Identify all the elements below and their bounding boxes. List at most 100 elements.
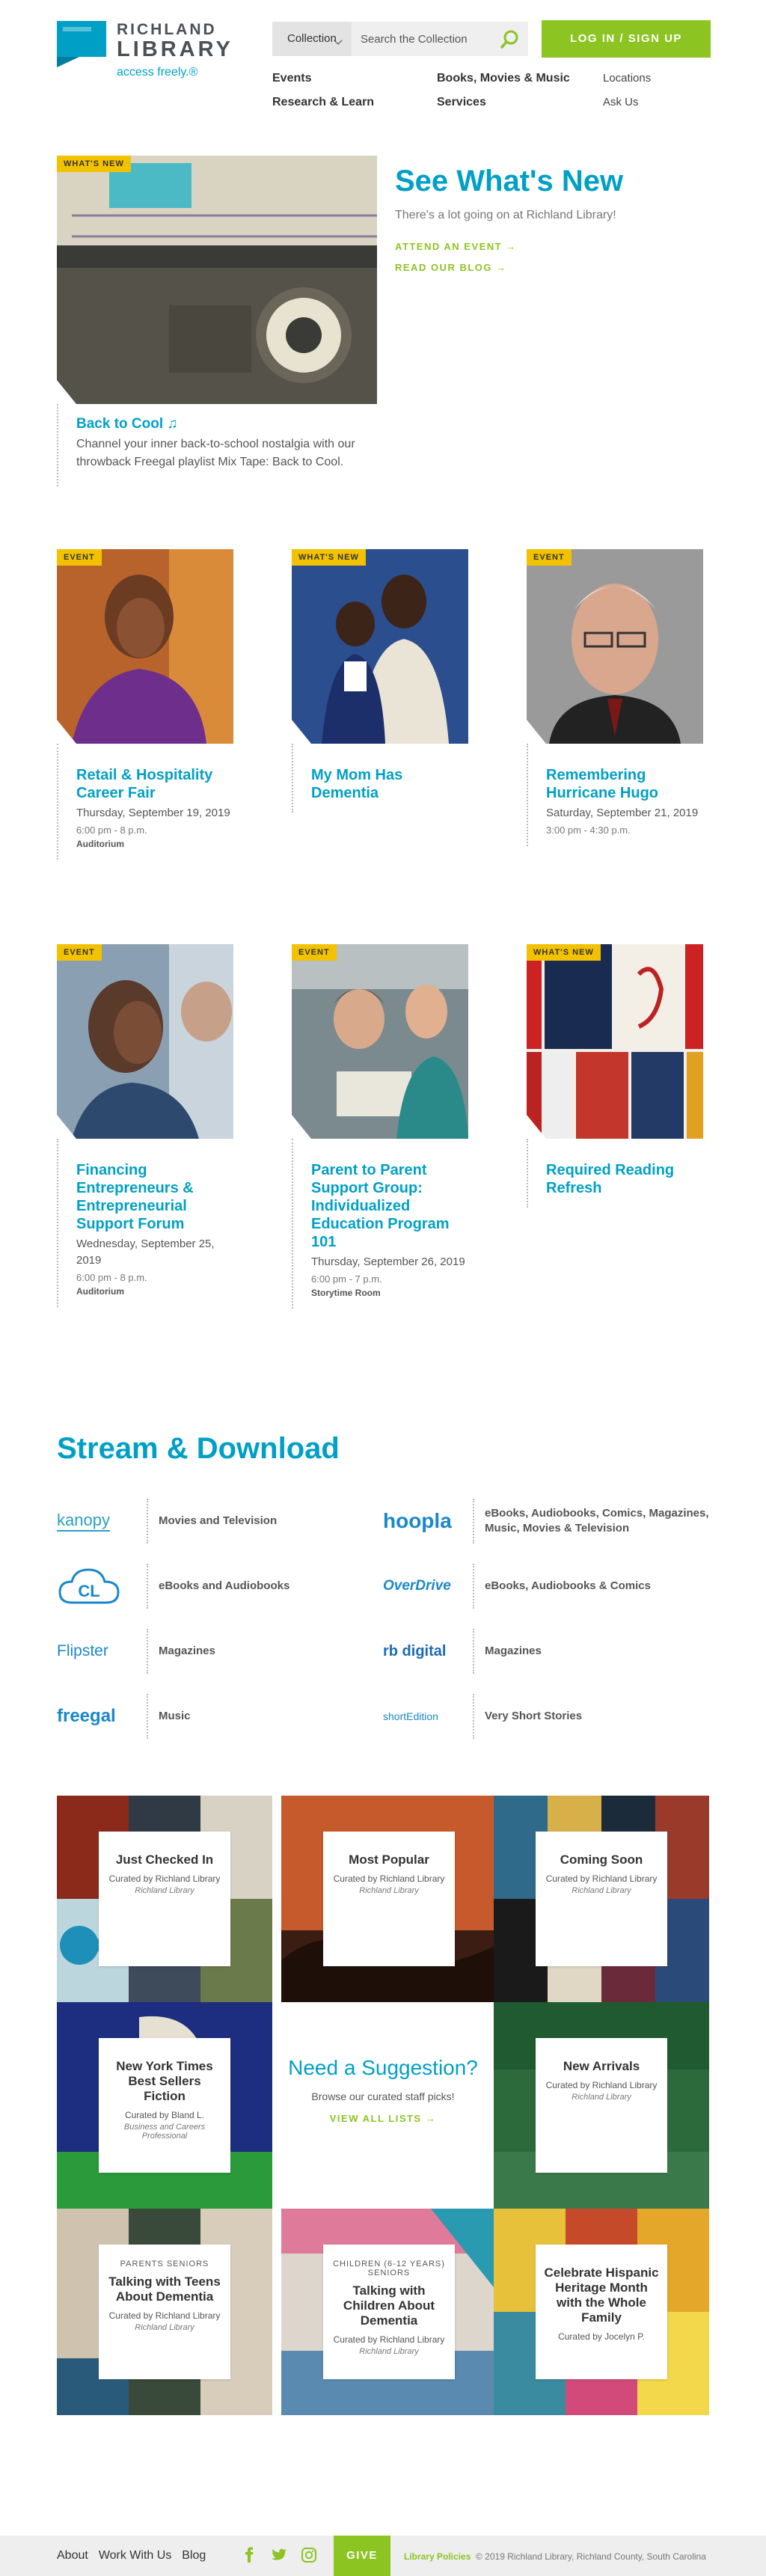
service-desc: Movies and Television	[147, 1499, 386, 1544]
hoopla-logo-text: hoopla	[383, 1509, 452, 1532]
card-title[interactable]: Required Reading Refresh	[546, 1161, 703, 1197]
nav-item-services[interactable]: Services	[437, 96, 486, 108]
card-image: WHAT'S NEW	[292, 549, 468, 744]
stream-download-heading: Stream & Download	[57, 1432, 340, 1465]
list-curator: Curated by Richland Library	[333, 2334, 445, 2345]
service-desc: eBooks, Audiobooks & Comics	[473, 1564, 712, 1609]
news-card[interactable]: WHAT'S NEW Required Reading Refresh	[527, 944, 703, 1208]
card-image: EVENT	[527, 549, 703, 744]
card-location: Auditorium	[76, 839, 124, 849]
card-title[interactable]: Financing Entrepreneurs & Entrepreneuria…	[76, 1161, 233, 1233]
list-title: Celebrate Hispanic Heritage Month with t…	[544, 2266, 659, 2325]
logo-mark-icon	[57, 21, 106, 67]
list-card: PARENTS SENIORS Talking with Teens About…	[99, 2245, 230, 2379]
need-suggestion-sub: Browse our curated staff picks!	[311, 2090, 455, 2102]
whats-new-heading: See What's New	[395, 165, 624, 198]
nav-item-ask-us[interactable]: Ask Us	[603, 96, 639, 108]
list-card: Celebrate Hispanic Heritage Month with t…	[536, 2245, 667, 2379]
news-card[interactable]: WHAT'S NEW My Mom Has Dementia	[292, 549, 468, 813]
cloud-library-logo-text: CL	[78, 1582, 99, 1600]
need-suggestion-panel: Need a Suggestion? Browse our curated st…	[281, 2002, 485, 2209]
nav-item-events[interactable]: Events	[272, 72, 311, 85]
hero-caption-title[interactable]: Back to Cool ♫	[76, 416, 377, 432]
event-card[interactable]: EVENT Retail & Hospitality Career Fair T…	[57, 549, 233, 860]
footer-link-blog[interactable]: Blog	[182, 2549, 206, 2563]
card-title[interactable]: Retail & Hospitality Career Fair	[76, 766, 233, 802]
event-card[interactable]: EVENT Remembering Hurricane Hugo Saturda…	[527, 549, 703, 846]
list-curator-role: Richland Library	[135, 2323, 194, 2332]
music-notes-icon: ♫	[167, 416, 178, 432]
image-corner-notch	[292, 1115, 311, 1139]
kanopy-logo-text: kanopy	[57, 1511, 110, 1532]
card-body: My Mom Has Dementia	[292, 744, 468, 813]
short-edition-logo-icon: shortEdition	[383, 1694, 461, 1739]
freegal-logo-icon: freegal	[57, 1694, 135, 1739]
footer-link-work-with-us[interactable]: Work With Us	[99, 2549, 171, 2563]
card-tag: EVENT	[57, 944, 102, 961]
service-desc: Music	[147, 1694, 386, 1739]
list-card: New Arrivals Curated by Richland Library…	[536, 2038, 667, 2173]
card-body: Remembering Hurricane Hugo Saturday, Sep…	[527, 744, 703, 846]
card-image: EVENT	[57, 549, 233, 744]
image-corner-notch	[57, 720, 76, 744]
twitter-icon[interactable]	[271, 2547, 287, 2563]
list-title: Talking with Teens About Dementia	[108, 2274, 221, 2304]
kanopy-logo-icon: kanopy	[57, 1499, 135, 1544]
read-blog-link[interactable]: READ OUR BLOG →	[395, 262, 507, 273]
card-date: Thursday, September 26, 2019	[311, 1255, 465, 1268]
login-signup-button[interactable]: LOG IN / SIGN UP	[542, 20, 711, 58]
list-tile-coming-soon[interactable]: Coming Soon Curated by Richland Library …	[494, 1796, 709, 2002]
hoopla-logo-icon: hoopla	[383, 1499, 461, 1544]
card-title[interactable]: My Mom Has Dementia	[311, 766, 468, 802]
hero-caption: Back to Cool ♫ Channel your inner back-t…	[57, 404, 377, 486]
list-tile-new-arrivals[interactable]: New Arrivals Curated by Richland Library…	[494, 2002, 709, 2209]
event-card[interactable]: EVENT Financing Entrepreneurs & Entrepre…	[57, 944, 233, 1307]
image-corner-notch	[57, 1115, 76, 1139]
list-card: Most Popular Curated by Richland Library…	[323, 1832, 455, 1966]
service-desc: eBooks, Audiobooks, Comics, Magazines, M…	[473, 1499, 712, 1544]
list-tile-just-checked-in[interactable]: Just Checked In Curated by Richland Libr…	[57, 1796, 272, 2002]
nav-item-books-movies-music[interactable]: Books, Movies & Music	[437, 72, 570, 85]
short-edition-logo-text: shortEdition	[383, 1710, 438, 1722]
footer-link-about[interactable]: About	[57, 2549, 88, 2563]
whats-new-subheading: There's a lot going on at Richland Libra…	[395, 209, 616, 221]
card-title[interactable]: Remembering Hurricane Hugo	[546, 766, 703, 802]
list-tile-teens-dementia[interactable]: PARENTS SENIORS Talking with Teens About…	[57, 2209, 272, 2415]
footer-copyright: © 2019 Richland Library, Richland County…	[476, 2551, 706, 2562]
card-body: Parent to Parent Support Group: Individu…	[292, 1139, 468, 1309]
card-body: Financing Entrepreneurs & Entrepreneuria…	[57, 1139, 233, 1307]
secondary-nav: Locations Ask Us	[603, 72, 651, 120]
site-logo[interactable]: RICHLAND LIBRARY access freely.®	[57, 21, 251, 81]
list-tile-children-dementia[interactable]: CHILDREN (6-12 YEARS) SENIORS Talking wi…	[281, 2209, 497, 2415]
library-policies-link[interactable]: Library Policies	[404, 2551, 471, 2562]
list-title: Coming Soon	[560, 1853, 643, 1867]
event-card[interactable]: EVENT Parent to Parent Support Group: In…	[292, 944, 468, 1309]
search-scope-select[interactable]: Collection	[272, 22, 352, 56]
search-icon[interactable]	[500, 28, 521, 49]
hero-image-cassette[interactable]: WHAT'S NEW	[57, 156, 377, 404]
list-card: Just Checked In Curated by Richland Libr…	[99, 1832, 230, 1966]
attend-event-link[interactable]: ATTEND AN EVENT →	[395, 241, 517, 252]
primary-nav-col2: Books, Movies & Music Services	[437, 72, 570, 120]
card-body: Required Reading Refresh	[527, 1139, 703, 1208]
card-time: 3:00 pm - 4:30 p.m.	[546, 824, 631, 836]
list-curator-role: Richland Library	[359, 2347, 419, 2356]
list-card: CHILDREN (6-12 YEARS) SENIORS Talking wi…	[323, 2245, 455, 2379]
list-tile-most-popular[interactable]: Most Popular Curated by Richland Library…	[281, 1796, 497, 2002]
instagram-icon[interactable]	[301, 2547, 317, 2563]
list-tile-nyt-best-sellers[interactable]: New York Times Best Sellers Fiction Cura…	[57, 2002, 272, 2209]
image-corner-notch	[57, 380, 76, 404]
card-time: 6:00 pm - 8 p.m.	[76, 1272, 147, 1283]
search-input[interactable]	[352, 22, 501, 56]
card-title[interactable]: Parent to Parent Support Group: Individu…	[311, 1161, 468, 1251]
list-curator-role: Richland Library	[572, 1886, 631, 1895]
nav-item-locations[interactable]: Locations	[603, 72, 651, 85]
card-photo	[57, 549, 233, 744]
list-title: New Arrivals	[563, 2059, 640, 2073]
image-corner-notch	[527, 1115, 546, 1139]
view-all-lists-link[interactable]: VIEW ALL LISTS →	[281, 2113, 485, 2124]
nav-item-research-learn[interactable]: Research & Learn	[272, 96, 374, 108]
give-button[interactable]: GIVE	[334, 2536, 390, 2576]
list-tile-hispanic-heritage[interactable]: Celebrate Hispanic Heritage Month with t…	[494, 2209, 709, 2415]
facebook-icon[interactable]	[241, 2547, 257, 2563]
